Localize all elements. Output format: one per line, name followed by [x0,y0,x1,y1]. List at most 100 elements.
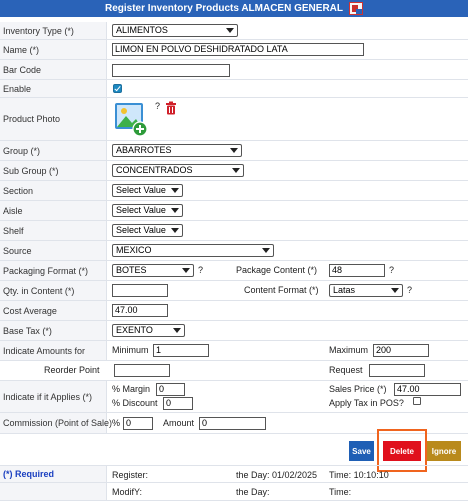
base-tax-select[interactable]: EXENTO [112,324,185,337]
label-packaging-format: Packaging Format (*) [3,265,89,276]
qty-content-input[interactable] [112,284,168,297]
row-shelf: Shelf Select Value [0,221,468,241]
row-bar-code: Bar Code [0,60,468,80]
register-day: the Day: 01/02/2025 [236,470,318,480]
label-apply-tax: Apply Tax in POS? [329,398,404,408]
label-shelf: Shelf [3,225,24,236]
source-select[interactable]: MEXICO [112,244,274,257]
label-sub-group: Sub Group (*) [3,165,59,176]
label-minimum: Minimum [112,345,149,355]
label-base-tax: Base Tax (*) [3,325,52,336]
package-content-input[interactable]: 48 [329,264,385,277]
help-icon[interactable]: ? [407,285,412,295]
maximum-input[interactable]: 200 [373,344,429,357]
shelf-select[interactable]: Select Value [112,224,183,237]
label-qty-content: Qty. in Content (*) [3,285,75,296]
register-label: Register: [112,470,149,480]
discount-input[interactable]: 0 [163,397,193,410]
image-add-icon[interactable] [113,101,149,137]
row-group: Group (*) ABARROTES [0,141,468,161]
row-aisle: Aisle Select Value [0,201,468,221]
inventory-type-select[interactable]: ALIMENTOS [112,24,238,37]
label-package-content: Package Content (*) [236,265,318,275]
row-product-photo: Product Photo ? [0,98,468,141]
modify-label: ModifY: [112,487,143,497]
chevron-down-icon [171,188,179,193]
row-section: Section Select Value [0,181,468,201]
label-source: Source [3,245,32,256]
label-group: Group (*) [3,145,41,156]
chevron-down-icon [232,168,240,173]
row-qty-content: Qty. in Content (*) Content Format (*) L… [0,281,468,301]
document-icon[interactable] [349,2,363,15]
enable-checkbox[interactable] [113,84,122,93]
label-discount: % Discount [112,398,158,408]
title-bar: Register Inventory Products ALMACEN GENE… [0,0,468,17]
label-name: Name (*) [3,44,40,55]
chevron-down-icon [262,248,270,253]
chevron-down-icon [230,148,238,153]
modify-day: the Day: [236,487,270,497]
label-margin: % Margin [112,384,151,394]
sub-group-select[interactable]: CONCENTRADOS [112,164,244,177]
chevron-down-icon [391,288,399,293]
row-footer-register: (*) Required Register: the Day: 01/02/20… [0,465,468,483]
row-base-tax: Base Tax (*) EXENTO [0,321,468,341]
save-button[interactable]: Save [349,441,374,461]
help-icon[interactable]: ? [155,101,160,111]
chevron-down-icon [182,268,190,273]
section-select[interactable]: Select Value [112,184,183,197]
row-sub-group: Sub Group (*) CONCENTRADOS [0,161,468,181]
chevron-down-icon [171,208,179,213]
chevron-down-icon [171,228,179,233]
aisle-select[interactable]: Select Value [112,204,183,217]
bar-code-input[interactable] [112,64,230,77]
reorder-point-input[interactable] [114,364,170,377]
row-inventory-type: Inventory Type (*) ALIMENTOS [0,22,468,40]
delete-button[interactable]: Delete [383,441,421,461]
apply-tax-checkbox[interactable] [413,397,421,405]
chevron-down-icon [173,328,181,333]
row-reorder: Reorder Point Request [0,361,468,381]
row-enable: Enable [0,80,468,98]
label-commission: Commission (Point of Sale) [3,418,113,428]
commission-amount-input[interactable]: 0 [199,417,266,430]
help-icon[interactable]: ? [389,265,394,275]
label-amount: Amount [163,418,195,428]
group-select[interactable]: ABARROTES [112,144,242,157]
chevron-down-icon [226,28,234,33]
cost-average-input[interactable]: 47.00 [112,304,168,317]
label-bar-code: Bar Code [3,64,42,75]
row-packaging-format: Packaging Format (*) BOTES ? Package Con… [0,261,468,281]
label-maximum: Maximum [329,345,369,355]
row-source: Source MEXICO [0,241,468,261]
modify-time: Time: [329,487,352,497]
register-inventory-form: Register Inventory Products ALMACEN GENE… [0,0,468,501]
ignore-button[interactable]: Ignore [427,441,461,461]
content-format-select[interactable]: Latas [329,284,403,297]
minimum-input[interactable]: 1 [153,344,209,357]
packaging-format-select[interactable]: BOTES [112,264,194,277]
request-input[interactable] [369,364,425,377]
commission-percent-input[interactable]: 0 [123,417,153,430]
label-indicate-if: Indicate if it Applies (*) [3,391,93,402]
label-indicate-amounts: Indicate Amounts for [3,345,86,356]
row-indicate-if: Indicate if it Applies (*) % Margin 0 % … [0,381,468,413]
help-icon[interactable]: ? [198,265,203,275]
margin-input[interactable]: 0 [156,383,185,396]
label-sales-price: Sales Price (*) [329,384,387,394]
page-title: Register Inventory Products ALMACEN GENE… [105,3,343,14]
row-footer-modify: ModifY: the Day: Time: [0,483,468,501]
label-reorder-point: Reorder Point [44,365,100,375]
label-request: Request [329,365,363,375]
sales-price-input[interactable]: 47.00 [394,383,461,396]
name-input[interactable]: LIMON EN POLVO DESHIDRATADO LATA [112,43,364,56]
register-time: Time: 10:10:10 [329,470,389,480]
required-note: (*) Required [3,469,55,479]
row-indicate-amounts: Indicate Amounts for Minimum 1 Maximum 2… [0,341,468,361]
label-percent: % [112,418,121,428]
trash-icon[interactable] [164,101,178,115]
label-content-format: Content Format (*) [244,285,319,295]
label-enable: Enable [3,83,32,94]
label-product-photo: Product Photo [3,114,61,124]
